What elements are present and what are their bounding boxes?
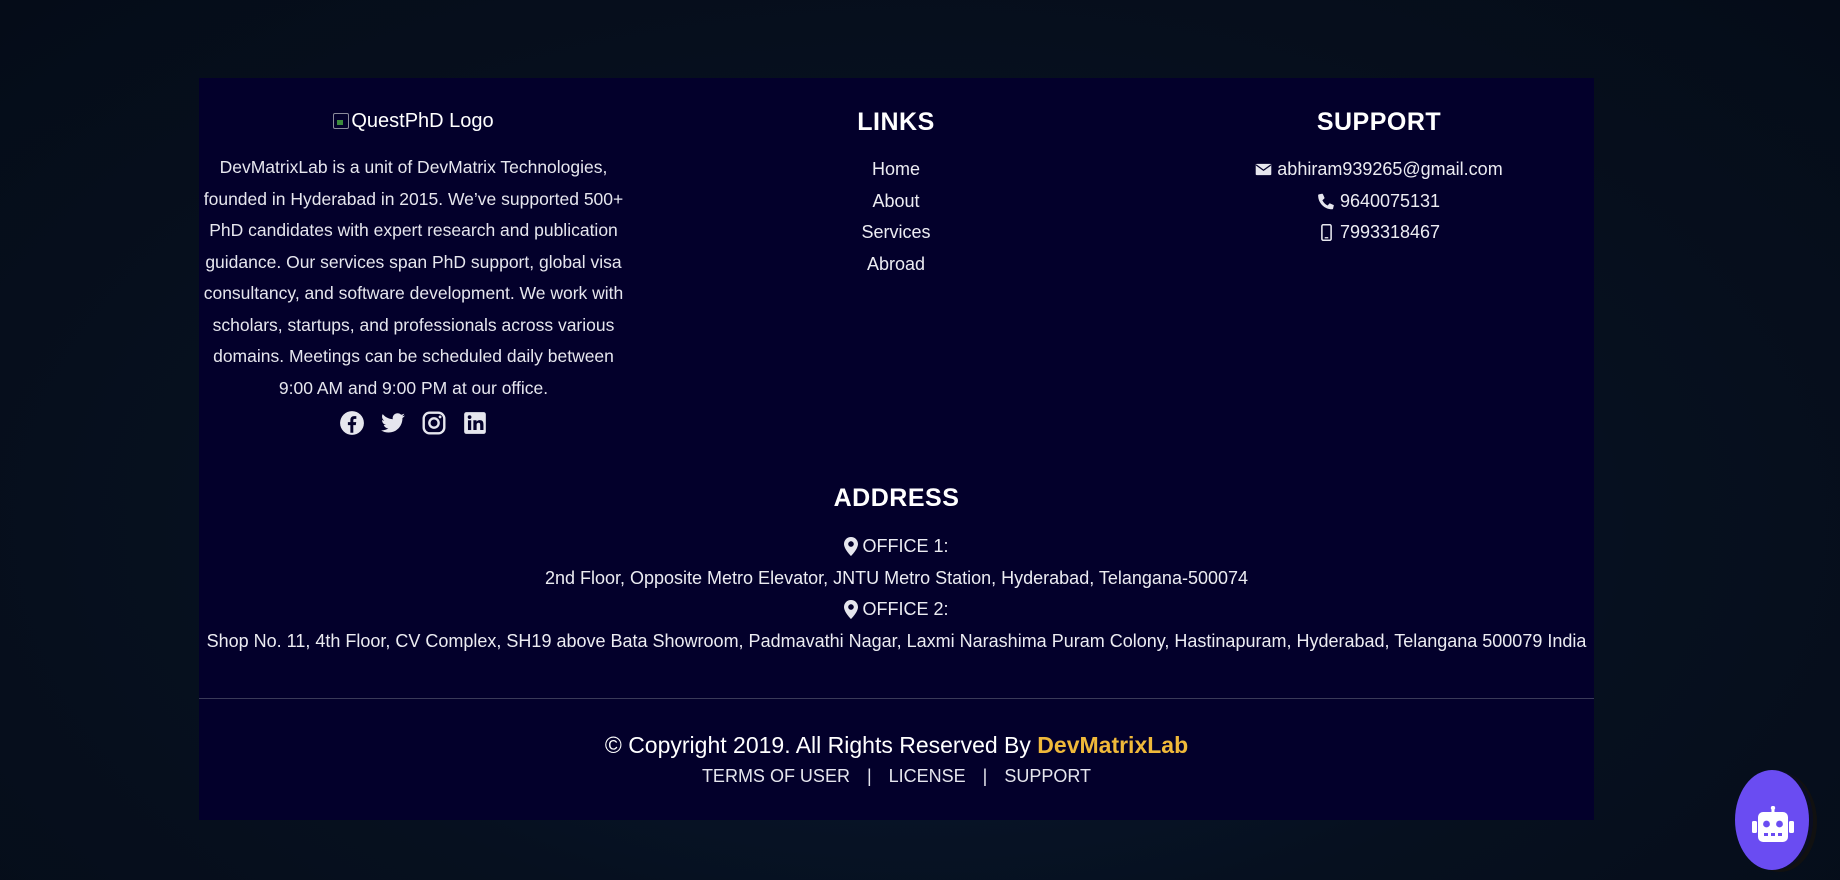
support-email-text: abhiram939265@gmail.com	[1277, 159, 1503, 179]
about-column: QuestPhD Logo DevMatrixLab is a unit of …	[199, 78, 628, 436]
link-services[interactable]: Services	[628, 217, 1164, 249]
linkedin-icon[interactable]	[462, 410, 488, 436]
site-footer: QuestPhD Logo DevMatrixLab is a unit of …	[199, 78, 1594, 820]
links-list: Home About Services Abroad	[628, 154, 1164, 280]
robot-icon	[1752, 806, 1794, 842]
footer-divider	[199, 698, 1594, 699]
copyright: © Copyright 2019. All Rights Reserved By…	[199, 732, 1594, 759]
support-list: abhiram939265@gmail.com 9640075131 79933…	[1164, 154, 1594, 249]
support-link[interactable]: SUPPORT	[1004, 766, 1091, 786]
office-1-label-text: OFFICE 1:	[862, 536, 949, 556]
chatbot-button[interactable]	[1735, 770, 1813, 870]
link-home[interactable]: Home	[628, 154, 1164, 186]
address-list: OFFICE 1: 2nd Floor, Opposite Metro Elev…	[199, 531, 1594, 657]
address-heading: ADDRESS	[833, 484, 960, 512]
support-mobile-text: 7993318467	[1339, 222, 1441, 242]
links-column: LINKS Home About Services Abroad	[628, 78, 1164, 280]
office-2-label: OFFICE 2:	[199, 594, 1594, 626]
support-column: SUPPORT abhiram939265@gmail.com 96400751…	[1164, 78, 1594, 249]
phone-icon	[1318, 193, 1334, 210]
address-section: ADDRESS OFFICE 1: 2nd Floor, Opposite Me…	[199, 484, 1594, 657]
social-links	[199, 410, 628, 436]
separator: |	[866, 766, 872, 786]
logo-alt-text: QuestPhD Logo	[351, 109, 494, 132]
map-marker-icon	[844, 537, 859, 557]
support-phone[interactable]: 9640075131	[1164, 186, 1594, 218]
copyright-brand[interactable]: DevMatrixLab	[1037, 732, 1188, 758]
instagram-icon[interactable]	[421, 410, 447, 436]
support-phone-text: 9640075131	[1339, 190, 1441, 211]
support-email[interactable]: abhiram939265@gmail.com	[1164, 154, 1594, 186]
terms-link[interactable]: TERMS OF USER	[702, 766, 850, 786]
envelope-icon	[1255, 164, 1272, 176]
office-2-label-text: OFFICE 2:	[862, 599, 949, 619]
license-link[interactable]: LICENSE	[889, 766, 966, 786]
facebook-icon[interactable]	[339, 410, 365, 436]
support-mobile[interactable]: 7993318467	[1164, 217, 1594, 249]
copyright-text: © Copyright 2019. All Rights Reserved By	[604, 732, 1038, 758]
mobile-icon	[1321, 224, 1332, 242]
office-1-label: OFFICE 1:	[199, 531, 1594, 563]
link-abroad[interactable]: Abroad	[628, 249, 1164, 281]
map-marker-icon	[844, 600, 859, 620]
links-heading: LINKS	[857, 108, 935, 136]
office-1-address: 2nd Floor, Opposite Metro Elevator, JNTU…	[544, 567, 1249, 588]
chatbot-bubble[interactable]	[1735, 770, 1809, 870]
broken-image-icon	[333, 113, 350, 129]
about-description: DevMatrixLab is a unit of DevMatrix Tech…	[203, 157, 624, 398]
office-2-address: Shop No. 11, 4th Floor, CV Complex, SH19…	[206, 630, 1587, 651]
questphd-logo[interactable]: QuestPhD Logo	[333, 108, 494, 134]
twitter-icon[interactable]	[380, 410, 406, 436]
link-about[interactable]: About	[628, 186, 1164, 218]
support-heading: SUPPORT	[1316, 108, 1442, 136]
separator: |	[982, 766, 988, 786]
